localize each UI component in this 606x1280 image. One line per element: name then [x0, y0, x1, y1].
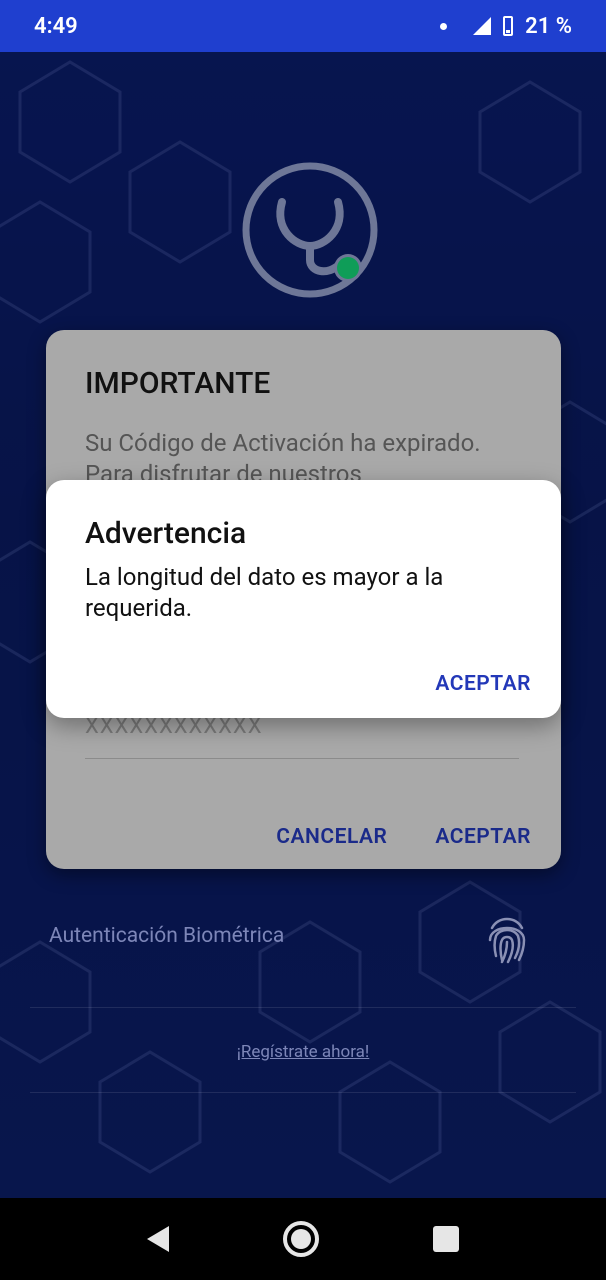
fingerprint-icon[interactable]	[486, 912, 528, 964]
biometric-auth-label: Autenticación Biométrica	[49, 924, 285, 948]
dialog-title: IMPORTANTE	[85, 366, 271, 401]
divider	[30, 1007, 576, 1008]
battery-icon	[503, 16, 514, 36]
signal-icon	[473, 17, 492, 35]
stethoscope-logo-icon	[242, 162, 378, 298]
warning-accept-button[interactable]: ACEPTAR	[435, 672, 531, 696]
dialog-actions: CANCELAR ACEPTAR	[276, 825, 531, 849]
divider	[30, 1092, 576, 1093]
warning-dialog: Advertencia La longitud del dato es mayo…	[46, 480, 561, 718]
warning-message: La longitud del dato es mayor a la reque…	[85, 563, 444, 622]
status-bar: 4:49 21 %	[0, 0, 606, 52]
register-link[interactable]: ¡Regístrate ahora!	[0, 1042, 606, 1062]
nav-recent-icon[interactable]	[433, 1226, 459, 1252]
warning-title: Advertencia	[85, 516, 247, 551]
navigation-bar	[0, 1198, 606, 1280]
cancel-button[interactable]: CANCELAR	[276, 825, 387, 849]
status-time: 4:49	[34, 13, 78, 39]
nav-home-icon[interactable]	[283, 1221, 319, 1257]
accept-button[interactable]: ACEPTAR	[435, 825, 531, 849]
battery-percent: 21 %	[525, 13, 572, 39]
status-icons: 21 %	[440, 14, 572, 39]
notification-dot-icon	[440, 22, 448, 30]
nav-back-icon[interactable]	[147, 1226, 169, 1252]
